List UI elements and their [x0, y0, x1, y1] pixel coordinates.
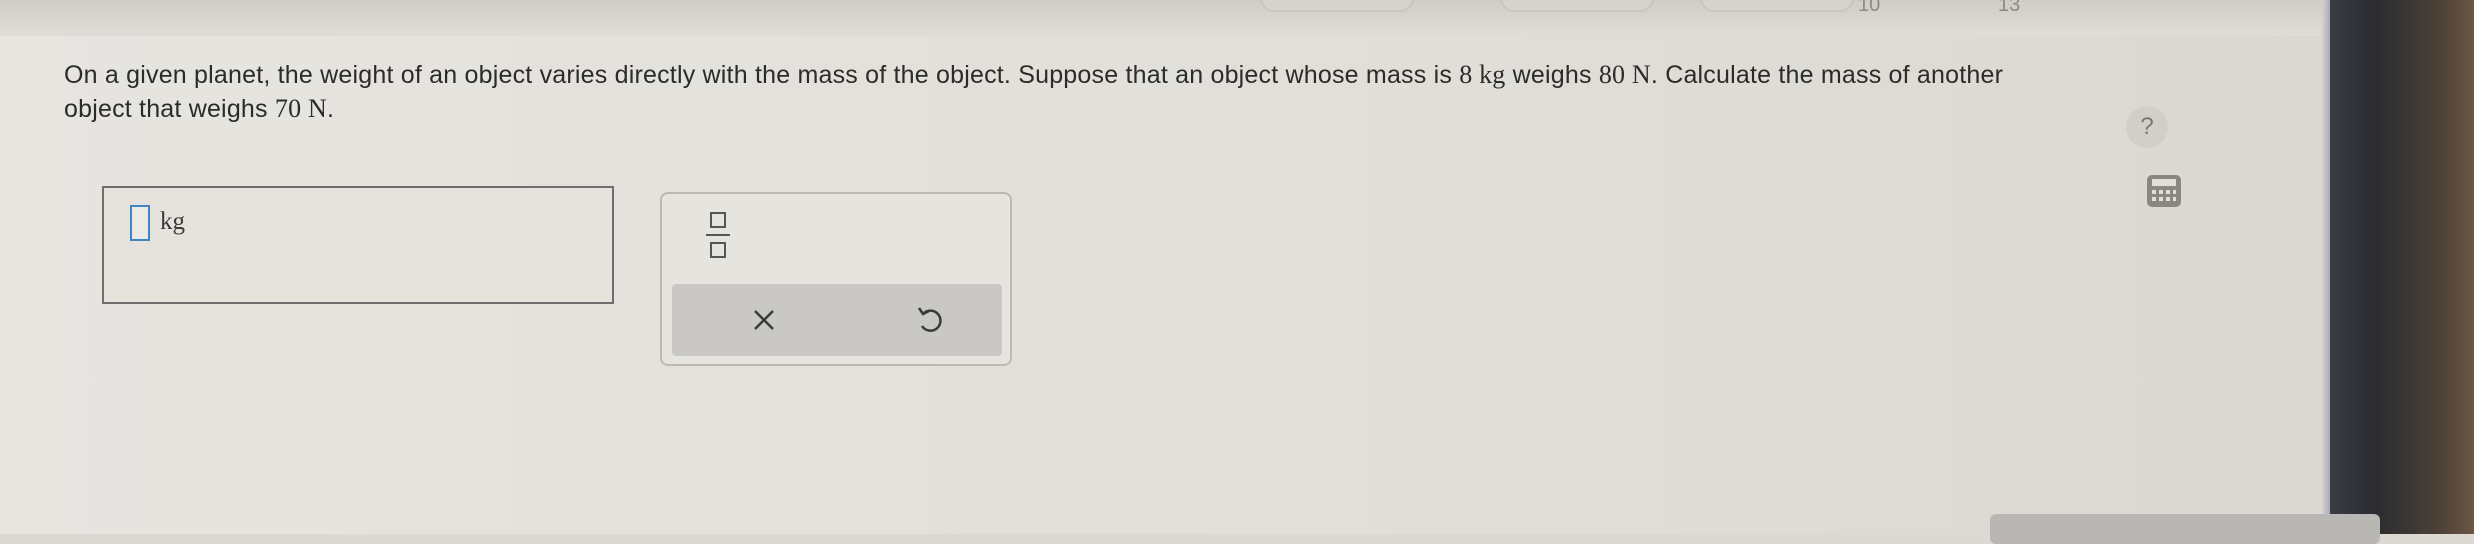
calculator-icon	[2147, 175, 2181, 207]
top-strip: 10 13	[0, 0, 2330, 36]
close-icon	[754, 310, 774, 330]
math-toolbox	[660, 192, 1012, 366]
calculator-button[interactable]	[2146, 174, 2182, 208]
undo-button[interactable]	[908, 298, 952, 342]
question-text: On a given planet, the weight of an obje…	[64, 60, 2004, 123]
bottom-bar[interactable]	[1990, 514, 2380, 544]
unit-label: kg	[160, 208, 185, 235]
toolbox-actions	[672, 284, 1002, 356]
answer-input[interactable]	[130, 205, 150, 241]
fraction-button[interactable]	[702, 210, 736, 262]
clear-button[interactable]	[742, 298, 786, 342]
undo-icon	[917, 307, 942, 332]
top-tab[interactable]	[1500, 0, 1654, 12]
top-digit: 10	[1858, 0, 1881, 16]
help-button[interactable]: ?	[2126, 106, 2168, 148]
weight-value: 80 N	[1598, 60, 1651, 89]
top-digit: 13	[1998, 0, 2021, 16]
screen: 10 13 On a given planet, the weight of a…	[0, 0, 2330, 534]
answer-box[interactable]: kg	[102, 186, 614, 304]
mass-value: 8 kg	[1459, 60, 1506, 89]
top-tab[interactable]	[1700, 0, 1854, 12]
top-tab[interactable]	[1260, 0, 1414, 12]
target-weight: 70 N	[274, 94, 327, 123]
device-bezel	[2330, 0, 2474, 534]
